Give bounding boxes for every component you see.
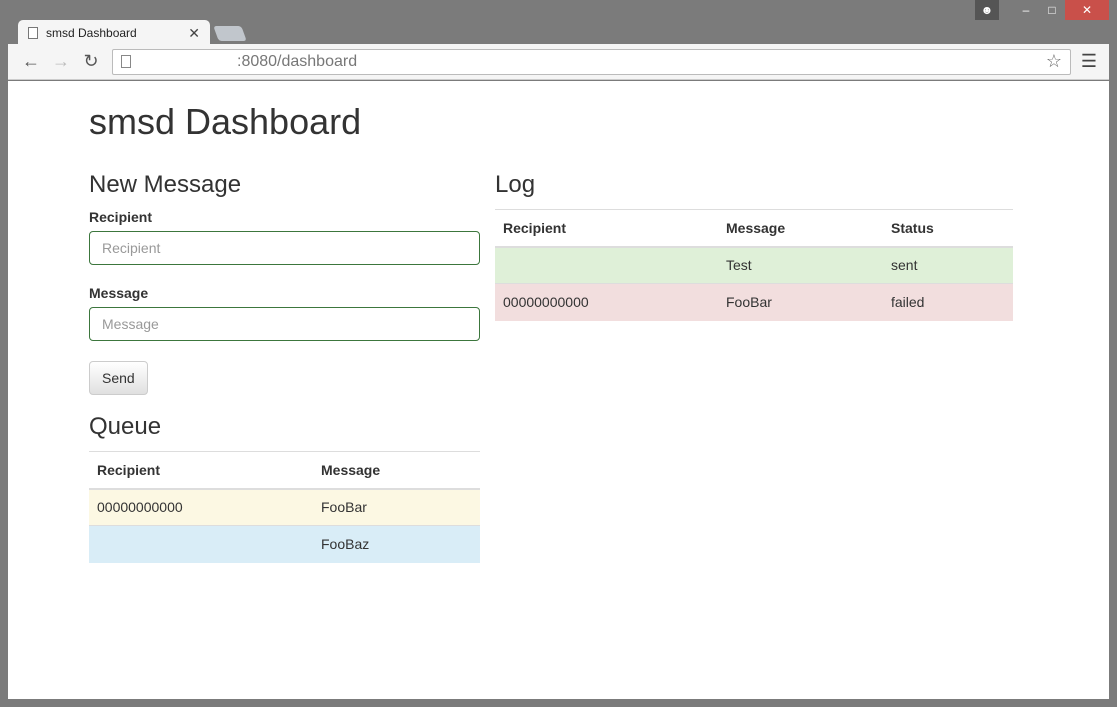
minimize-button[interactable]: – [1013,0,1039,20]
menu-icon[interactable]: ☰ [1077,51,1101,72]
forward-icon[interactable]: → [46,51,76,72]
message-label: Message [89,285,149,301]
page-content: smsd Dashboard New Message Recipient Mes… [8,81,1109,699]
table-row: 00000000000 FooBar failed [495,283,1013,321]
new-message-section: New Message Recipient Message Send Queue… [89,171,480,563]
status-cell: failed [883,283,1013,321]
message-cell: FooBar [718,283,883,321]
browser-toolbar: ← → ↻ :8080/dashboard ☆ ☰ [8,44,1109,80]
recipient-label: Recipient [89,209,153,225]
log-heading: Log [495,171,536,198]
address-bar[interactable]: :8080/dashboard ☆ [112,48,1071,75]
reload-icon[interactable]: ↻ [76,51,106,72]
page-icon [28,27,38,39]
browser-tab[interactable]: smsd Dashboard ✕ [18,20,210,46]
recipient-cell [89,525,313,563]
recipient-cell: 00000000000 [89,488,313,526]
new-message-heading: New Message [89,171,242,198]
message-cell: FooBaz [313,525,480,563]
message-cell: Test [718,246,883,284]
status-cell: sent [883,246,1013,284]
url-text: :8080/dashboard [237,52,358,70]
close-window-button[interactable]: ✕ [1065,0,1109,20]
message-input[interactable] [89,307,480,341]
column-header: Message [313,451,480,490]
column-header: Recipient [89,451,313,490]
send-button[interactable]: Send [89,361,148,395]
page-icon [121,55,131,68]
recipient-cell: 00000000000 [495,283,718,321]
log-section: Log Recipient Message Status Test sent 00… [495,171,1013,321]
column-header: Message [718,209,883,248]
bookmark-star-icon[interactable]: ☆ [1046,51,1062,72]
log-table: Recipient Message Status Test sent 000000… [495,209,1013,321]
message-cell: FooBar [313,488,480,526]
back-icon[interactable]: ← [16,51,46,72]
table-row: 00000000000 FooBar [89,488,480,526]
user-icon[interactable]: ☻ [975,0,999,20]
column-header: Recipient [495,209,718,248]
recipient-input[interactable] [89,231,480,265]
table-row: FooBaz [89,525,480,563]
close-tab-icon[interactable]: ✕ [188,25,200,42]
maximize-button[interactable]: □ [1039,0,1065,20]
window-controls: ☻ – □ ✕ [975,0,1109,20]
queue-heading: Queue [89,413,162,440]
column-header: Status [883,209,1013,248]
queue-table: Recipient Message 00000000000 FooBar FooB… [89,451,480,563]
table-row: Test sent [495,246,1013,284]
new-tab-button[interactable] [213,26,247,41]
recipient-cell [495,246,718,284]
page-title: smsd Dashboard [89,101,362,142]
tab-title: smsd Dashboard [46,26,137,40]
